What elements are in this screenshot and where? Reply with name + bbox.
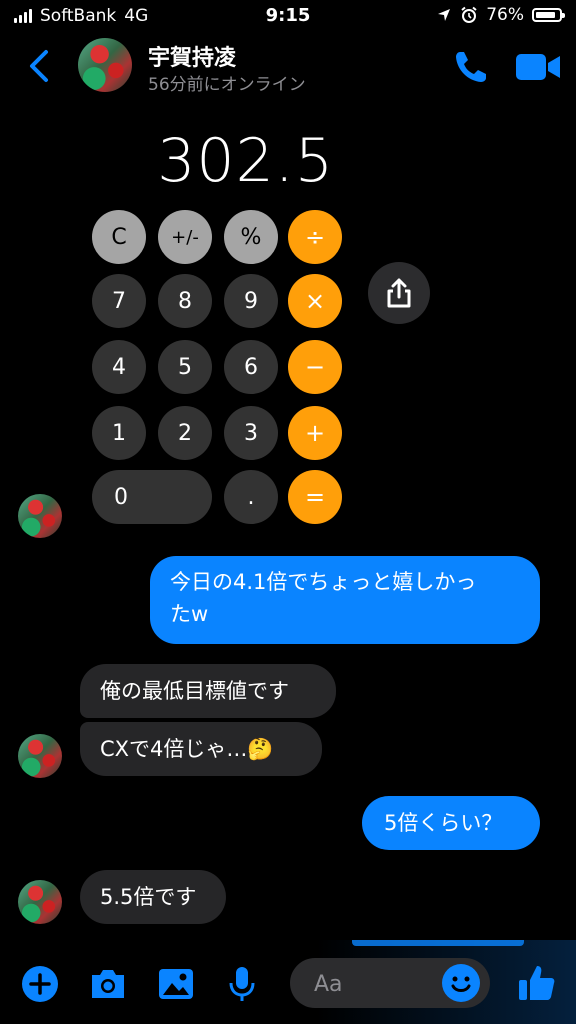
camera-icon xyxy=(92,970,124,998)
composer-bar xyxy=(0,940,576,1024)
calc-key-9: 9 xyxy=(224,274,278,328)
contact-name[interactable]: 宇賀持凌 xyxy=(148,40,236,72)
location-arrow-icon xyxy=(438,9,451,21)
chevron-left-icon xyxy=(30,50,48,82)
message-bubble-incoming[interactable]: CXで4倍じゃ…🤔 xyxy=(80,722,322,776)
message-input[interactable] xyxy=(312,968,436,1000)
message-input-field xyxy=(290,958,490,1008)
avatar[interactable] xyxy=(18,880,62,924)
calc-key-clear: C xyxy=(92,210,146,264)
message-bubble-outgoing[interactable]: 5倍くらい？ xyxy=(362,796,540,850)
video-camera-icon xyxy=(516,54,560,80)
contact-status: 56分前にオンライン xyxy=(148,75,306,95)
status-right: 76% xyxy=(436,5,565,25)
calc-key-7: 7 xyxy=(92,274,146,328)
calc-key-1: 1 xyxy=(92,406,146,460)
message-bubble-peek xyxy=(352,940,524,946)
smiley-icon xyxy=(451,976,471,992)
share-button[interactable] xyxy=(368,262,430,324)
back-button[interactable] xyxy=(22,44,58,88)
avatar[interactable] xyxy=(18,494,62,538)
calc-key-plus: + xyxy=(288,406,342,460)
calc-key-3: 3 xyxy=(224,406,278,460)
message-bubble-incoming[interactable]: 俺の最低目標値です xyxy=(80,664,336,718)
message-text: 俺の最低目標値です xyxy=(100,679,289,703)
calc-key-percent: % xyxy=(224,210,278,264)
gallery-button[interactable] xyxy=(156,964,196,1004)
calc-key-8: 8 xyxy=(158,274,212,328)
calc-key-divide: ÷ xyxy=(288,210,342,264)
video-call-button[interactable] xyxy=(514,52,562,82)
calculator-display: 302.5 xyxy=(157,126,334,196)
battery-icon xyxy=(532,8,565,22)
calc-key-decimal: . xyxy=(224,470,278,524)
message-text: CXで4倍じゃ…🤔 xyxy=(100,737,274,761)
camera-button[interactable] xyxy=(88,964,128,1004)
message-bubble-incoming[interactable]: 5.5倍です xyxy=(80,870,226,924)
calc-key-minus: − xyxy=(288,340,342,394)
add-button[interactable] xyxy=(20,964,60,1004)
call-button[interactable] xyxy=(452,48,490,86)
calc-key-5: 5 xyxy=(158,340,212,394)
calc-key-4: 4 xyxy=(92,340,146,394)
message-text: 今日の4.1倍でちょっと嬉しかっ xyxy=(170,570,477,594)
calc-key-multiply: × xyxy=(288,274,342,328)
image-icon xyxy=(159,969,193,999)
calc-key-2: 2 xyxy=(158,406,212,460)
calc-key-equals: = xyxy=(288,470,342,524)
message-bubble-outgoing[interactable]: 今日の4.1倍でちょっと嬉しかっ たw xyxy=(150,556,540,644)
chat-header: 宇賀持凌 56分前にオンライン xyxy=(0,34,576,98)
avatar[interactable] xyxy=(18,734,62,778)
calc-key-0: 0 xyxy=(92,470,212,524)
voice-message-button[interactable] xyxy=(222,964,262,1004)
calculator-image[interactable]: 302.5 C +/- % ÷ 7 8 9 × 4 5 6 − 1 2 3 + … xyxy=(80,112,356,532)
like-button[interactable] xyxy=(514,960,560,1006)
plus-circle-icon xyxy=(22,966,58,1002)
message-text: 5.5倍です xyxy=(100,885,197,909)
emoji-button[interactable] xyxy=(442,964,480,1002)
alarm-icon xyxy=(461,6,477,23)
message-text: 5倍くらい？ xyxy=(384,811,503,835)
phone-icon xyxy=(456,52,486,82)
microphone-icon xyxy=(229,967,255,1001)
share-icon xyxy=(387,278,411,308)
battery-percent: 76% xyxy=(486,5,524,25)
status-bar: SoftBank 4G 9:15 76% xyxy=(0,0,576,34)
message-text: たw xyxy=(170,602,209,626)
calc-key-6: 6 xyxy=(224,340,278,394)
contact-avatar[interactable] xyxy=(78,38,132,92)
calc-key-plus-minus: +/- xyxy=(158,210,212,264)
thumbs-up-icon xyxy=(519,966,555,1000)
